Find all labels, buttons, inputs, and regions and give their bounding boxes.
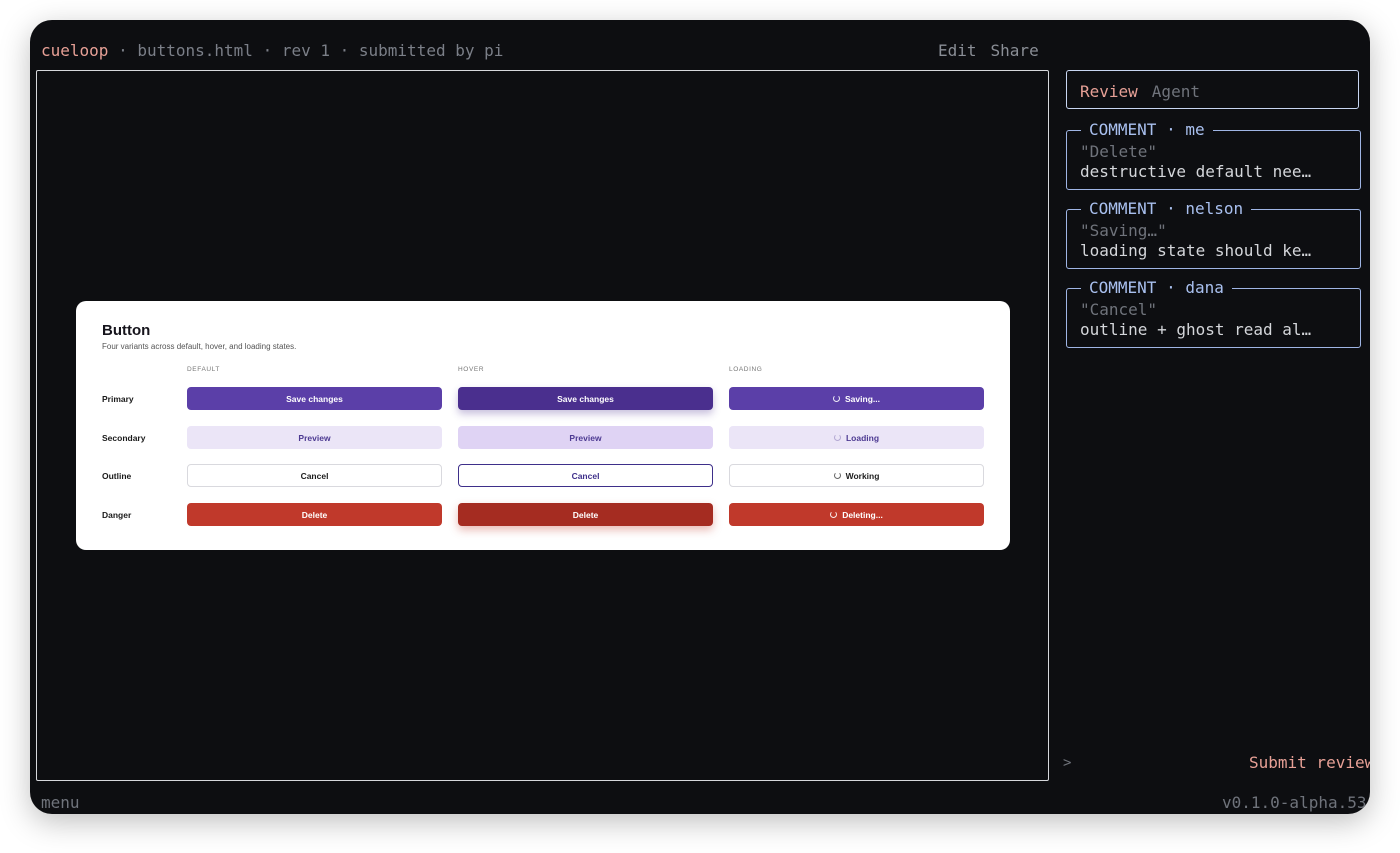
spinner-icon [833,434,841,441]
button-label: Delete [572,509,599,520]
app-window: cueloop · buttons.html · rev 1 · submitt… [30,20,1370,814]
secondary-default-button[interactable]: Preview [187,426,442,449]
button-label: Save changes [286,393,343,404]
button-label: Saving... [845,393,880,404]
comment-quote: "Cancel" [1080,300,1158,319]
row-label-secondary: Secondary [102,433,146,443]
button-label: Cancel [571,470,600,481]
submit-review-button[interactable]: Submit review [1249,753,1370,772]
spinner-icon [833,472,841,479]
version-label: v0.1.0-alpha.53 [1222,793,1367,812]
column-header-loading: LOADING [729,366,763,373]
menu-button[interactable]: menu [41,793,80,812]
comment-header: COMMENT · me [1081,120,1213,139]
card-title: Button [102,322,151,339]
danger-loading-button[interactable]: Deleting... [729,503,984,526]
row-label-primary: Primary [102,394,134,404]
secondary-hover-button[interactable]: Preview [458,426,713,449]
comment-body: outline + ghost read al… [1080,320,1312,339]
button-label: Cancel [300,470,329,481]
comment-body: loading state should ke… [1080,241,1312,260]
outline-default-button[interactable]: Cancel [187,464,442,487]
file-info: · buttons.html · rev 1 · submitted by pi [108,41,504,60]
outline-hover-button[interactable]: Cancel [458,464,713,487]
comment-header: COMMENT · nelson [1081,199,1252,218]
comment-card[interactable]: COMMENT · dana "Cancel" outline + ghost … [1066,278,1361,348]
top-actions: Edit Share [938,41,1053,60]
comment-card[interactable]: COMMENT · nelson "Saving…" loading state… [1066,199,1361,269]
button-showcase-card: Button Four variants across default, hov… [76,301,1010,550]
danger-hover-button[interactable]: Delete [458,503,713,526]
button-label: Preview [298,432,331,443]
outline-loading-button[interactable]: Working [729,464,984,487]
comment-body: destructive default nee… [1080,162,1312,181]
share-button[interactable]: Share [991,41,1039,60]
column-header-hover: HOVER [458,366,485,373]
tab-review[interactable]: Review [1080,82,1138,101]
spinner-icon [833,395,841,402]
comment-quote: "Delete" [1080,142,1158,161]
comment-quote: "Saving…" [1080,221,1167,240]
primary-hover-button[interactable]: Save changes [458,387,713,410]
button-label: Preview [569,432,602,443]
app-name: cueloop [41,41,109,60]
button-label: Delete [301,509,328,520]
card-subtitle: Four variants across default, hover, and… [102,342,297,351]
edit-button[interactable]: Edit [938,41,977,60]
preview-canvas: Button Four variants across default, hov… [36,70,1049,781]
primary-default-button[interactable]: Save changes [187,387,442,410]
tab-agent[interactable]: Agent [1152,82,1200,101]
comment-card[interactable]: COMMENT · me "Delete" destructive defaul… [1066,120,1361,190]
button-label: Deleting... [842,509,883,520]
button-label: Working [845,470,880,481]
title-bar: cueloop · buttons.html · rev 1 · submitt… [41,41,503,60]
row-label-outline: Outline [102,471,132,481]
secondary-loading-button[interactable]: Loading [729,426,984,449]
danger-default-button[interactable]: Delete [187,503,442,526]
prompt-caret-icon[interactable]: > [1063,755,1071,771]
primary-loading-button[interactable]: Saving... [729,387,984,410]
column-header-default: DEFAULT [187,366,220,373]
button-label: Loading [845,432,880,443]
row-label-danger: Danger [102,510,132,520]
sidebar-tabs: Review Agent [1066,70,1359,109]
comment-header: COMMENT · dana [1081,278,1232,297]
button-label: Save changes [557,393,614,404]
spinner-icon [830,511,838,518]
